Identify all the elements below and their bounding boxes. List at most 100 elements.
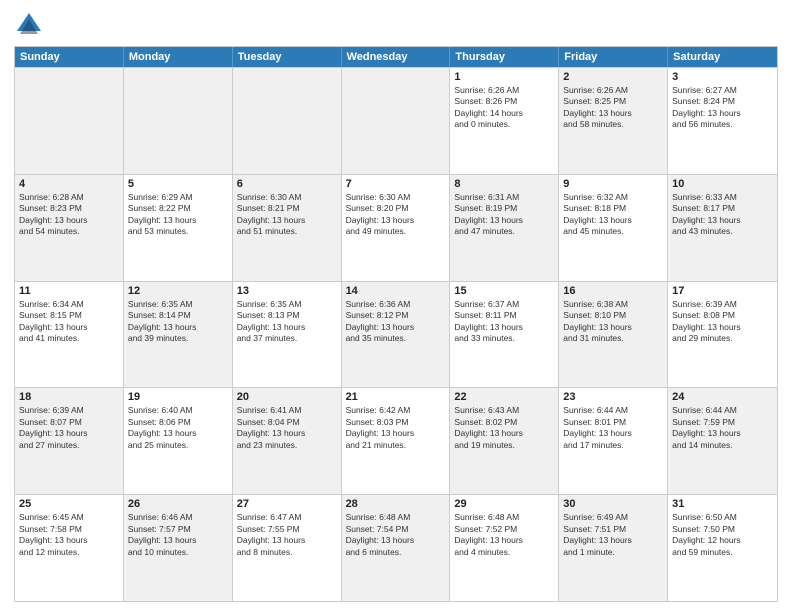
day-number: 14	[346, 285, 446, 297]
cal-header-day-tuesday: Tuesday	[233, 47, 342, 67]
cal-week-3: 11 Sunrise: 6:34 AM Sunset: 8:15 PM Dayli…	[15, 281, 777, 388]
day-number: 18	[19, 391, 119, 403]
cal-cell-30: 30 Sunrise: 6:49 AM Sunset: 7:51 PM Dayli…	[559, 495, 668, 601]
day-number: 17	[672, 285, 773, 297]
cal-cell-5: 5 Sunrise: 6:29 AM Sunset: 8:22 PM Daylig…	[124, 175, 233, 281]
day-info: Sunrise: 6:30 AM Sunset: 8:21 PM Dayligh…	[237, 192, 337, 238]
cal-header-day-friday: Friday	[559, 47, 668, 67]
day-info: Sunrise: 6:39 AM Sunset: 8:08 PM Dayligh…	[672, 299, 773, 345]
cal-cell-22: 22 Sunrise: 6:43 AM Sunset: 8:02 PM Dayli…	[450, 388, 559, 494]
cal-cell-20: 20Sunrise: 6:41 AM Sunset: 8:04 PM Dayli…	[233, 388, 342, 494]
cal-cell-19: 19Sunrise: 6:40 AM Sunset: 8:06 PM Dayli…	[124, 388, 233, 494]
day-number: 10	[672, 178, 773, 190]
cal-cell-28: 28Sunrise: 6:48 AM Sunset: 7:54 PM Dayli…	[342, 495, 451, 601]
day-number: 6	[237, 178, 337, 190]
day-number: 7	[346, 178, 446, 190]
header	[14, 10, 778, 40]
day-number: 24	[672, 391, 773, 403]
cal-cell-31: 31 Sunrise: 6:50 AM Sunset: 7:50 PM Dayli…	[668, 495, 777, 601]
cal-cell-21: 21 Sunrise: 6:42 AM Sunset: 8:03 PM Dayli…	[342, 388, 451, 494]
day-number: 1	[454, 71, 554, 83]
cal-cell-8: 8 Sunrise: 6:31 AM Sunset: 8:19 PM Daylig…	[450, 175, 559, 281]
cal-week-1: 1 Sunrise: 6:26 AM Sunset: 8:26 PM Daylig…	[15, 67, 777, 174]
cal-cell-25: 25Sunrise: 6:45 AM Sunset: 7:58 PM Dayli…	[15, 495, 124, 601]
day-info: Sunrise: 6:48 AM Sunset: 7:54 PM Dayligh…	[346, 512, 446, 558]
cal-week-2: 4 Sunrise: 6:28 AM Sunset: 8:23 PM Daylig…	[15, 174, 777, 281]
cal-cell-10: 10 Sunrise: 6:33 AM Sunset: 8:17 PM Dayli…	[668, 175, 777, 281]
day-number: 16	[563, 285, 663, 297]
day-number: 29	[454, 498, 554, 510]
cal-cell-empty	[233, 68, 342, 174]
day-info: Sunrise: 6:34 AM Sunset: 8:15 PM Dayligh…	[19, 299, 119, 345]
day-info: Sunrise: 6:44 AM Sunset: 7:59 PM Dayligh…	[672, 405, 773, 451]
day-info: Sunrise: 6:38 AM Sunset: 8:10 PM Dayligh…	[563, 299, 663, 345]
cal-cell-17: 17 Sunrise: 6:39 AM Sunset: 8:08 PM Dayli…	[668, 282, 777, 388]
cal-week-4: 18 Sunrise: 6:39 AM Sunset: 8:07 PM Dayli…	[15, 387, 777, 494]
cal-cell-empty	[15, 68, 124, 174]
day-number: 9	[563, 178, 663, 190]
cal-cell-26: 26 Sunrise: 6:46 AM Sunset: 7:57 PM Dayli…	[124, 495, 233, 601]
cal-cell-12: 12 Sunrise: 6:35 AM Sunset: 8:14 PM Dayli…	[124, 282, 233, 388]
cal-cell-27: 27Sunrise: 6:47 AM Sunset: 7:55 PM Dayli…	[233, 495, 342, 601]
day-info: Sunrise: 6:32 AM Sunset: 8:18 PM Dayligh…	[563, 192, 663, 238]
cal-cell-15: 15 Sunrise: 6:37 AM Sunset: 8:11 PM Dayli…	[450, 282, 559, 388]
cal-cell-4: 4 Sunrise: 6:28 AM Sunset: 8:23 PM Daylig…	[15, 175, 124, 281]
day-info: Sunrise: 6:35 AM Sunset: 8:14 PM Dayligh…	[128, 299, 228, 345]
cal-cell-16: 16 Sunrise: 6:38 AM Sunset: 8:10 PM Dayli…	[559, 282, 668, 388]
cal-cell-29: 29 Sunrise: 6:48 AM Sunset: 7:52 PM Dayli…	[450, 495, 559, 601]
cal-cell-7: 7 Sunrise: 6:30 AM Sunset: 8:20 PM Daylig…	[342, 175, 451, 281]
cal-header-day-monday: Monday	[124, 47, 233, 67]
cal-cell-24: 24 Sunrise: 6:44 AM Sunset: 7:59 PM Dayli…	[668, 388, 777, 494]
day-info: Sunrise: 6:31 AM Sunset: 8:19 PM Dayligh…	[454, 192, 554, 238]
day-number: 11	[19, 285, 119, 297]
day-info: Sunrise: 6:50 AM Sunset: 7:50 PM Dayligh…	[672, 512, 773, 558]
cal-cell-3: 3Sunrise: 6:27 AM Sunset: 8:24 PM Daylig…	[668, 68, 777, 174]
day-info: Sunrise: 6:35 AM Sunset: 8:13 PM Dayligh…	[237, 299, 337, 345]
cal-header-day-saturday: Saturday	[668, 47, 777, 67]
cal-cell-23: 23Sunrise: 6:44 AM Sunset: 8:01 PM Dayli…	[559, 388, 668, 494]
day-number: 22	[454, 391, 554, 403]
cal-cell-1: 1 Sunrise: 6:26 AM Sunset: 8:26 PM Daylig…	[450, 68, 559, 174]
logo-icon	[14, 10, 44, 40]
day-number: 8	[454, 178, 554, 190]
cal-cell-11: 11 Sunrise: 6:34 AM Sunset: 8:15 PM Dayli…	[15, 282, 124, 388]
day-number: 26	[128, 498, 228, 510]
calendar-body: 1 Sunrise: 6:26 AM Sunset: 8:26 PM Daylig…	[15, 67, 777, 601]
day-info: Sunrise: 6:47 AM Sunset: 7:55 PM Dayligh…	[237, 512, 337, 558]
day-info: Sunrise: 6:49 AM Sunset: 7:51 PM Dayligh…	[563, 512, 663, 558]
day-info: Sunrise: 6:30 AM Sunset: 8:20 PM Dayligh…	[346, 192, 446, 238]
day-number: 4	[19, 178, 119, 190]
calendar: SundayMondayTuesdayWednesdayThursdayFrid…	[14, 46, 778, 602]
day-number: 5	[128, 178, 228, 190]
day-number: 13	[237, 285, 337, 297]
day-number: 30	[563, 498, 663, 510]
day-number: 31	[672, 498, 773, 510]
day-info: Sunrise: 6:44 AM Sunset: 8:01 PM Dayligh…	[563, 405, 663, 451]
day-info: Sunrise: 6:26 AM Sunset: 8:26 PM Dayligh…	[454, 85, 554, 131]
day-number: 12	[128, 285, 228, 297]
day-info: Sunrise: 6:41 AM Sunset: 8:04 PM Dayligh…	[237, 405, 337, 451]
day-info: Sunrise: 6:29 AM Sunset: 8:22 PM Dayligh…	[128, 192, 228, 238]
day-info: Sunrise: 6:33 AM Sunset: 8:17 PM Dayligh…	[672, 192, 773, 238]
day-info: Sunrise: 6:27 AM Sunset: 8:24 PM Dayligh…	[672, 85, 773, 131]
cal-cell-2: 2Sunrise: 6:26 AM Sunset: 8:25 PM Daylig…	[559, 68, 668, 174]
day-info: Sunrise: 6:28 AM Sunset: 8:23 PM Dayligh…	[19, 192, 119, 238]
cal-header-day-thursday: Thursday	[450, 47, 559, 67]
cal-cell-empty	[124, 68, 233, 174]
day-info: Sunrise: 6:37 AM Sunset: 8:11 PM Dayligh…	[454, 299, 554, 345]
day-number: 15	[454, 285, 554, 297]
cal-cell-6: 6 Sunrise: 6:30 AM Sunset: 8:21 PM Daylig…	[233, 175, 342, 281]
cal-cell-18: 18 Sunrise: 6:39 AM Sunset: 8:07 PM Dayli…	[15, 388, 124, 494]
day-info: Sunrise: 6:48 AM Sunset: 7:52 PM Dayligh…	[454, 512, 554, 558]
day-info: Sunrise: 6:46 AM Sunset: 7:57 PM Dayligh…	[128, 512, 228, 558]
day-info: Sunrise: 6:42 AM Sunset: 8:03 PM Dayligh…	[346, 405, 446, 451]
day-info: Sunrise: 6:43 AM Sunset: 8:02 PM Dayligh…	[454, 405, 554, 451]
day-info: Sunrise: 6:36 AM Sunset: 8:12 PM Dayligh…	[346, 299, 446, 345]
day-number: 21	[346, 391, 446, 403]
day-number: 25	[19, 498, 119, 510]
cal-week-5: 25Sunrise: 6:45 AM Sunset: 7:58 PM Dayli…	[15, 494, 777, 601]
cal-header-day-wednesday: Wednesday	[342, 47, 451, 67]
day-info: Sunrise: 6:40 AM Sunset: 8:06 PM Dayligh…	[128, 405, 228, 451]
day-info: Sunrise: 6:39 AM Sunset: 8:07 PM Dayligh…	[19, 405, 119, 451]
day-number: 2	[563, 71, 663, 83]
